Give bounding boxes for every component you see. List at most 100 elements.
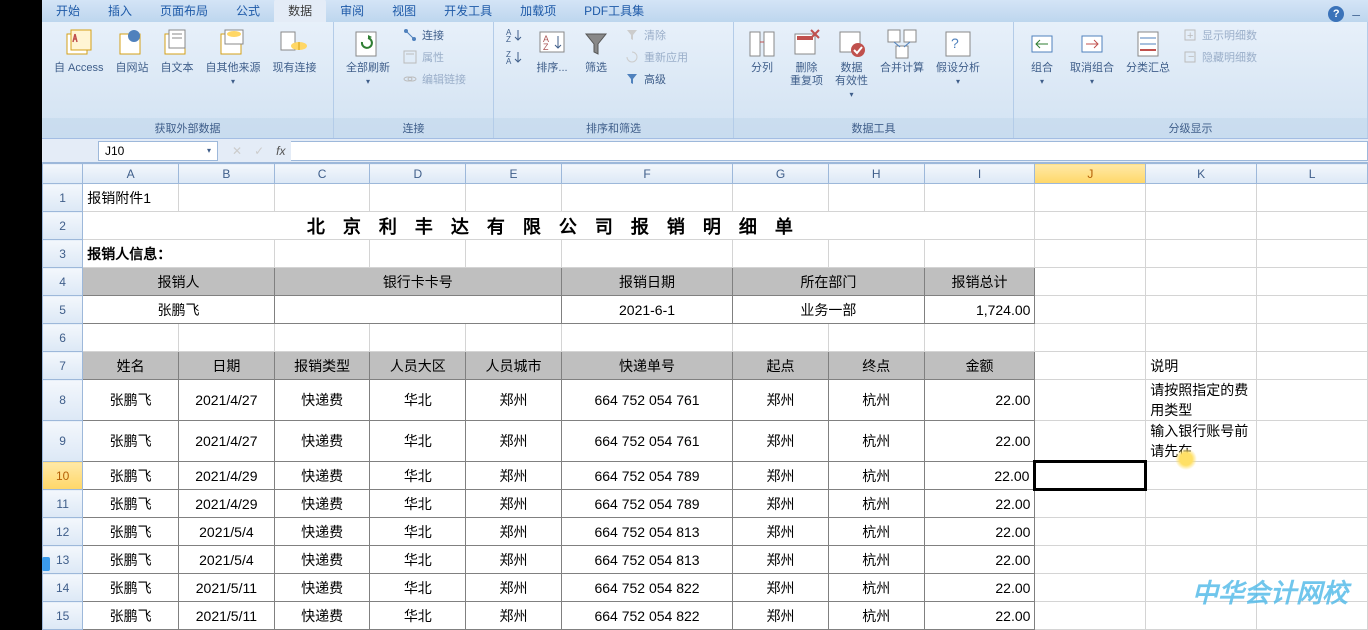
sort-button[interactable]: AZ排序... <box>532 26 572 77</box>
group-button[interactable]: 组合▾ <box>1022 26 1062 88</box>
cell[interactable]: 郑州 <box>733 546 829 574</box>
tab-formula[interactable]: 公式 <box>222 0 274 22</box>
cell[interactable]: 22.00 <box>924 462 1035 490</box>
row-header-2[interactable]: 2 <box>43 212 83 240</box>
cell[interactable] <box>1257 490 1368 518</box>
cell[interactable]: 22.00 <box>924 546 1035 574</box>
cell[interactable]: 快递费 <box>274 380 370 421</box>
cell[interactable]: 郑州 <box>733 421 829 462</box>
sort-desc-button[interactable]: ZA <box>502 48 528 66</box>
cell[interactable]: 郑州 <box>733 574 829 602</box>
cell[interactable]: 郑州 <box>466 602 562 630</box>
col-header-D[interactable]: D <box>370 164 466 184</box>
cell[interactable]: 郑州 <box>733 462 829 490</box>
cell[interactable] <box>179 184 275 212</box>
cell[interactable] <box>561 324 732 352</box>
col-header-G[interactable]: G <box>733 164 829 184</box>
cell[interactable] <box>1257 240 1368 268</box>
cell[interactable]: 664 752 054 761 <box>561 421 732 462</box>
cell[interactable]: 姓名 <box>83 352 179 380</box>
cell[interactable] <box>274 240 370 268</box>
cell[interactable]: 2021/4/29 <box>179 490 275 518</box>
row-header-1[interactable]: 1 <box>43 184 83 212</box>
row-header-7[interactable]: 7 <box>43 352 83 380</box>
cell[interactable]: 2021/5/4 <box>179 518 275 546</box>
cell[interactable]: 2021-6-1 <box>561 296 732 324</box>
col-header-A[interactable]: A <box>83 164 179 184</box>
cell[interactable]: 金额 <box>924 352 1035 380</box>
row-header-5[interactable]: 5 <box>43 296 83 324</box>
row-header-10[interactable]: 10 <box>43 462 83 490</box>
cell[interactable] <box>1146 240 1257 268</box>
cell-a1[interactable]: 报销附件1 <box>83 184 179 212</box>
cell[interactable]: 664 752 054 813 <box>561 546 732 574</box>
col-header-K[interactable]: K <box>1146 164 1257 184</box>
cell[interactable]: 业务一部 <box>733 296 924 324</box>
tab-pdf[interactable]: PDF工具集 <box>570 0 658 22</box>
properties-button[interactable]: 属性 <box>398 48 470 66</box>
cell[interactable] <box>1257 380 1368 421</box>
cell[interactable]: 快递费 <box>274 574 370 602</box>
col-header-E[interactable]: E <box>466 164 562 184</box>
cell[interactable]: 22.00 <box>924 380 1035 421</box>
cell[interactable]: 杭州 <box>828 421 924 462</box>
split-handle[interactable] <box>42 557 50 571</box>
cell[interactable]: 终点 <box>828 352 924 380</box>
cell[interactable]: 杭州 <box>828 490 924 518</box>
clear-filter-button[interactable]: 清除 <box>620 26 692 44</box>
cell[interactable] <box>274 324 370 352</box>
cell[interactable] <box>179 324 275 352</box>
col-header-J[interactable]: J <box>1035 164 1146 184</box>
cell[interactable] <box>1035 296 1146 324</box>
tab-view[interactable]: 视图 <box>378 0 430 22</box>
cell[interactable] <box>1257 546 1368 574</box>
cell[interactable]: 2021/5/11 <box>179 574 275 602</box>
ungroup-button[interactable]: 取消组合▾ <box>1066 26 1118 88</box>
from-web-button[interactable]: 自网站 <box>112 26 153 77</box>
cell[interactable] <box>466 184 562 212</box>
show-detail-button[interactable]: +显示明细数 <box>1178 26 1261 44</box>
cell[interactable]: 2021/5/4 <box>179 546 275 574</box>
cell[interactable]: 664 752 054 789 <box>561 490 732 518</box>
cell[interactable] <box>1035 352 1146 380</box>
cell[interactable]: 2021/4/29 <box>179 462 275 490</box>
cell-j13[interactable] <box>1035 546 1146 574</box>
row-header-9[interactable]: 9 <box>43 421 83 462</box>
cell[interactable]: 22.00 <box>924 421 1035 462</box>
info-label[interactable]: 报销人信息： <box>83 240 274 268</box>
from-text-button[interactable]: 自文本 <box>157 26 198 77</box>
title-cell[interactable]: 北京利丰达有限公司报销明细单 <box>83 212 1035 240</box>
cell[interactable]: 起点 <box>733 352 829 380</box>
cell[interactable] <box>1257 212 1368 240</box>
fx-icon[interactable]: fx <box>270 144 291 158</box>
cell[interactable]: 张鹏飞 <box>83 574 179 602</box>
cell[interactable] <box>561 184 732 212</box>
cell[interactable] <box>924 324 1035 352</box>
cell[interactable]: 郑州 <box>733 380 829 421</box>
cell[interactable]: 郑州 <box>466 546 562 574</box>
cell[interactable]: 快递费 <box>274 518 370 546</box>
cell[interactable]: 张鹏飞 <box>83 602 179 630</box>
note[interactable] <box>1146 462 1257 490</box>
cell[interactable]: 郑州 <box>466 380 562 421</box>
cell[interactable]: 快递单号 <box>561 352 732 380</box>
col-header-B[interactable]: B <box>179 164 275 184</box>
cell[interactable]: 人员城市 <box>466 352 562 380</box>
cell[interactable] <box>828 184 924 212</box>
cell[interactable]: 张鹏飞 <box>83 380 179 421</box>
cell[interactable]: 所在部门 <box>733 268 924 296</box>
row-header-3[interactable]: 3 <box>43 240 83 268</box>
cancel-fx-icon[interactable]: ✕ <box>226 144 248 158</box>
cell[interactable] <box>466 240 562 268</box>
cell[interactable] <box>274 296 561 324</box>
tab-review[interactable]: 审阅 <box>326 0 378 22</box>
tab-data[interactable]: 数据 <box>274 0 326 22</box>
from-other-button[interactable]: 自其他来源▾ <box>202 26 265 88</box>
cell[interactable]: 银行卡卡号 <box>274 268 561 296</box>
cell[interactable] <box>733 184 829 212</box>
minimize-ribbon-icon[interactable]: – <box>1352 6 1360 22</box>
cell[interactable]: 华北 <box>370 490 466 518</box>
cell[interactable]: 张鹏飞 <box>83 546 179 574</box>
cell[interactable] <box>1257 296 1368 324</box>
cell[interactable]: 杭州 <box>828 574 924 602</box>
